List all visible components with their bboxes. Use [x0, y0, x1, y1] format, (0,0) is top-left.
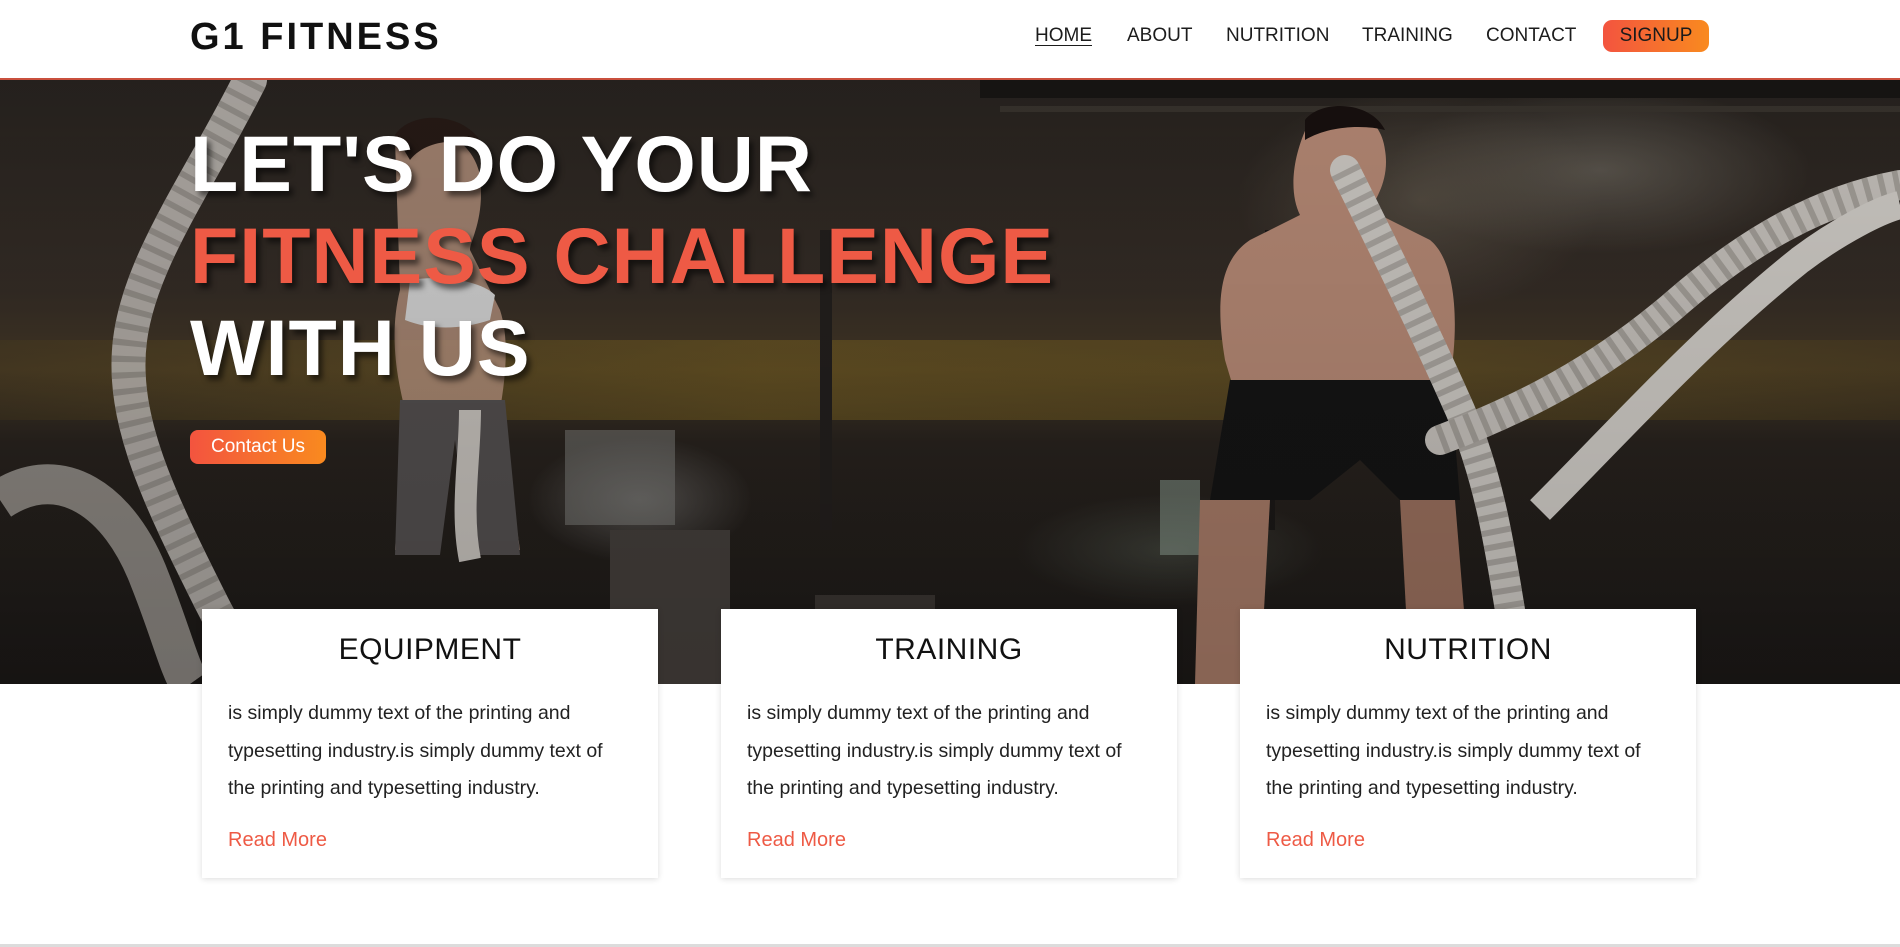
nav-about[interactable]: ABOUT — [1127, 25, 1192, 47]
feature-card-equipment: EQUIPMENT is simply dummy text of the pr… — [202, 609, 658, 878]
read-more-link[interactable]: Read More — [228, 829, 327, 852]
nav-contact[interactable]: CONTACT — [1486, 25, 1576, 47]
hero-headline-line3: WITH US — [190, 303, 531, 392]
signup-button[interactable]: SIGNUP — [1603, 20, 1709, 52]
read-more-link[interactable]: Read More — [747, 829, 846, 852]
feature-card-nutrition: NUTRITION is simply dummy text of the pr… — [1240, 609, 1696, 878]
contact-us-button[interactable]: Contact Us — [190, 430, 326, 464]
card-title: TRAINING — [875, 633, 1023, 666]
card-title: EQUIPMENT — [338, 633, 522, 666]
nav-nutrition[interactable]: NUTRITION — [1226, 25, 1329, 47]
nav-home[interactable]: HOME — [1035, 25, 1092, 47]
card-text: is simply dummy text of the printing and… — [1266, 702, 1641, 799]
hero-banner: LET'S DO YOUR FITNESS CHALLENGE WITH US … — [0, 80, 1900, 684]
site-header: G1 FITNESS HOME ABOUT NUTRITION TRAINING… — [0, 0, 1900, 80]
hero-headline-line1: LET'S DO YOUR — [190, 119, 813, 208]
card-text: is simply dummy text of the printing and… — [228, 702, 603, 799]
nav-training[interactable]: TRAINING — [1362, 25, 1453, 47]
feature-card-training: TRAINING is simply dummy text of the pri… — [721, 609, 1177, 878]
card-title: NUTRITION — [1384, 633, 1552, 666]
read-more-link[interactable]: Read More — [1266, 829, 1365, 852]
card-text: is simply dummy text of the printing and… — [747, 702, 1122, 799]
hero-headline-line2: FITNESS CHALLENGE — [190, 211, 1055, 300]
